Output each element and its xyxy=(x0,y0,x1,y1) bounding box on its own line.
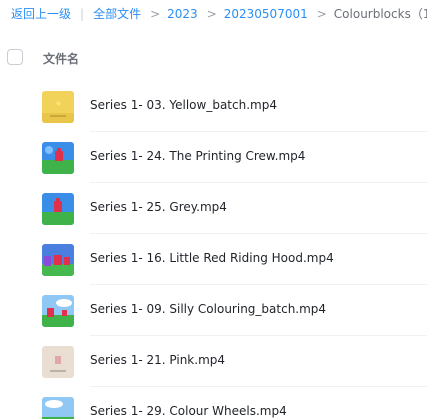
file-row[interactable]: Series 1- 21. Pink.mp4 xyxy=(0,336,427,387)
file-row[interactable]: Series 1- 16. Little Red Riding Hood.mp4 xyxy=(0,234,427,285)
file-name[interactable]: Series 1- 29. Colour Wheels.mp4 xyxy=(90,404,287,418)
video-thumbnail xyxy=(42,295,74,327)
video-thumbnail xyxy=(42,397,74,419)
file-row[interactable]: Series 1- 03. Yellow_batch.mp4 xyxy=(0,81,427,132)
video-thumbnail xyxy=(42,346,74,378)
file-row[interactable]: Series 1- 25. Grey.mp4 xyxy=(0,183,427,234)
breadcrumb-item-2023[interactable]: 2023 xyxy=(167,6,198,22)
breadcrumb-current: Colourblocks（108... xyxy=(333,7,427,21)
file-list: Series 1- 03. Yellow_batch.mp4 Series 1-… xyxy=(0,81,427,419)
file-row[interactable]: Series 1- 24. The Printing Crew.mp4 xyxy=(0,132,427,183)
file-name[interactable]: Series 1- 24. The Printing Crew.mp4 xyxy=(90,149,305,163)
file-name[interactable]: Series 1- 16. Little Red Riding Hood.mp4 xyxy=(90,251,334,265)
file-name[interactable]: Series 1- 25. Grey.mp4 xyxy=(90,200,227,214)
breadcrumb-item-folder[interactable]: 20230507001 xyxy=(224,6,308,22)
breadcrumb-item-all-files[interactable]: 全部文件 xyxy=(93,6,141,22)
breadcrumb: 返回上一级 | 全部文件 > 2023 > 20230507001 > Colo… xyxy=(11,6,427,22)
name-column-header[interactable]: 文件名 xyxy=(43,50,79,67)
breadcrumb-divider: | xyxy=(80,7,85,21)
video-thumbnail xyxy=(42,193,74,225)
chevron-right-icon: > xyxy=(206,7,217,21)
chevron-right-icon: > xyxy=(316,7,327,21)
back-link[interactable]: 返回上一级 xyxy=(11,6,71,22)
file-row[interactable]: Series 1- 29. Colour Wheels.mp4 xyxy=(0,387,427,419)
video-thumbnail xyxy=(42,244,74,276)
file-name[interactable]: Series 1- 21. Pink.mp4 xyxy=(90,353,225,367)
video-thumbnail xyxy=(42,142,74,174)
chevron-right-icon: > xyxy=(150,7,161,21)
file-row[interactable]: Series 1- 09. Silly Colouring_batch.mp4 xyxy=(0,285,427,336)
list-header: 文件名 xyxy=(0,40,427,76)
video-thumbnail xyxy=(42,91,74,123)
file-name[interactable]: Series 1- 09. Silly Colouring_batch.mp4 xyxy=(90,302,326,316)
select-all-checkbox[interactable] xyxy=(7,49,23,65)
file-name[interactable]: Series 1- 03. Yellow_batch.mp4 xyxy=(90,98,277,112)
